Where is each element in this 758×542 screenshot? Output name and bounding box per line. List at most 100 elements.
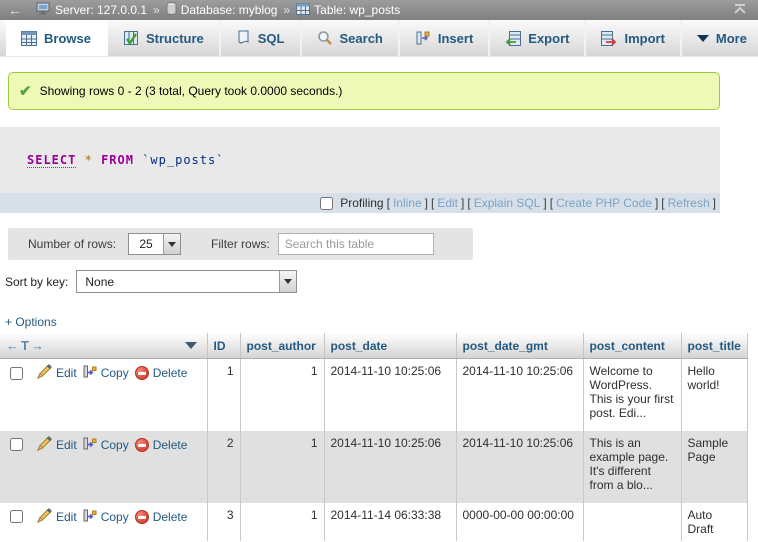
server-icon (36, 2, 51, 18)
tab-import-label: Import (624, 31, 664, 46)
copy-icon (83, 508, 97, 526)
copy-icon (83, 436, 97, 454)
column-header-post-date[interactable]: post_date (324, 333, 456, 359)
bracket: ] (425, 196, 428, 210)
filter-rows-input[interactable] (278, 233, 434, 255)
edit-button[interactable]: Edit (37, 508, 77, 526)
import-icon (601, 31, 617, 46)
cell-id: 2 (207, 431, 240, 503)
export-icon (505, 31, 521, 46)
profiling-checkbox[interactable] (320, 197, 333, 210)
tab-browse-label: Browse (44, 31, 91, 46)
tab-insert[interactable]: Insert (400, 20, 490, 56)
collapse-icon[interactable] (732, 2, 748, 19)
rows-control-bar: Number of rows: 25 Filter rows: (8, 228, 473, 260)
table-row: Edit Copy Delete 3 1 2014-11-14 06:33:38… (0, 503, 747, 541)
bracket: [ (467, 196, 470, 210)
delete-button[interactable]: Delete (135, 366, 188, 380)
cell-post-author: 1 (240, 503, 324, 541)
edit-label: Edit (56, 366, 77, 380)
bracket: [ (387, 196, 390, 210)
delete-button[interactable]: Delete (135, 438, 188, 452)
column-header-post-title[interactable]: post_title (681, 333, 747, 359)
bracket: ] (461, 196, 464, 210)
inline-link[interactable]: Inline (393, 196, 422, 210)
column-header-post-content[interactable]: post_content (583, 333, 681, 359)
success-check-icon: ✔ (19, 82, 32, 100)
tab-structure-label: Structure (146, 31, 204, 46)
sort-by-key-select[interactable]: None (76, 270, 297, 293)
pencil-icon (37, 364, 52, 382)
delete-label: Delete (153, 366, 188, 380)
cell-post-author: 1 (240, 359, 324, 431)
tab-structure[interactable]: Structure (108, 20, 221, 56)
column-header-post-date-gmt[interactable]: post_date_gmt (456, 333, 583, 359)
row-checkbox[interactable] (10, 510, 23, 523)
column-header-post-author[interactable]: post_author (240, 333, 324, 359)
sort-dropdown-icon[interactable] (185, 342, 197, 349)
explain-sql-link[interactable]: Explain SQL (474, 196, 541, 210)
search-icon (317, 30, 333, 46)
tab-export[interactable]: Export (490, 20, 586, 56)
pencil-icon (37, 508, 52, 526)
number-of-rows-select[interactable]: 25 (128, 233, 181, 255)
cell-id: 3 (207, 503, 240, 541)
row-checkbox[interactable] (10, 438, 23, 451)
copy-icon (83, 364, 97, 382)
delete-label: Delete (153, 510, 188, 524)
copy-button[interactable]: Copy (83, 436, 129, 454)
tab-more[interactable]: More (682, 20, 758, 56)
edit-button[interactable]: Edit (37, 436, 77, 454)
bracket: [ (550, 196, 553, 210)
relational-display-icon[interactable]: ←T→ (6, 338, 46, 353)
tab-sql-label: SQL (258, 31, 285, 46)
create-php-code-link[interactable]: Create PHP Code (556, 196, 652, 210)
tab-insert-label: Insert (438, 31, 473, 46)
status-message-text: Showing rows 0 - 2 (3 total, Query took … (40, 84, 343, 98)
tab-browse[interactable]: Browse (6, 20, 108, 56)
sql-icon (236, 30, 251, 46)
tab-import[interactable]: Import (586, 20, 681, 56)
number-of-rows-value: 25 (129, 234, 163, 254)
tab-search-label: Search (340, 31, 383, 46)
cell-post-date: 2014-11-10 10:25:06 (324, 359, 456, 431)
cell-post-date-gmt: 2014-11-10 10:25:06 (456, 359, 583, 431)
tab-sql[interactable]: SQL (221, 20, 302, 56)
cell-id: 1 (207, 359, 240, 431)
tab-search[interactable]: Search (302, 20, 400, 56)
copy-button[interactable]: Copy (83, 364, 129, 382)
cell-post-date-gmt: 0000-00-00 00:00:00 (456, 503, 583, 541)
breadcrumb-server[interactable]: Server: 127.0.0.1 (36, 2, 147, 18)
breadcrumb-table[interactable]: Table: wp_posts (296, 3, 400, 18)
results-table: ←T→ ID post_author post_date post_date_g… (0, 333, 748, 541)
bracket: ] (655, 196, 658, 210)
sort-by-key-value: None (77, 271, 279, 292)
row-checkbox[interactable] (10, 367, 23, 380)
delete-button[interactable]: Delete (135, 510, 188, 524)
edit-query-link[interactable]: Edit (437, 196, 458, 210)
copy-button[interactable]: Copy (83, 508, 129, 526)
delete-icon (135, 366, 149, 380)
copy-label: Copy (101, 510, 129, 524)
pencil-icon (37, 436, 52, 454)
structure-icon (123, 31, 139, 46)
sql-query-box: SELECT * FROM `wp_posts` Profiling [ Inl… (0, 127, 720, 213)
number-of-rows-label: Number of rows: (28, 237, 116, 251)
cell-post-title: Auto Draft (681, 503, 747, 541)
sql-star: * (85, 153, 93, 167)
edit-button[interactable]: Edit (37, 364, 77, 382)
profiling-label: Profiling (340, 196, 383, 210)
select-dropdown-icon (279, 271, 296, 292)
sort-row: Sort by key: None (5, 270, 758, 293)
breadcrumb-server-label: Server: 127.0.0.1 (55, 3, 147, 17)
column-header-id[interactable]: ID (207, 333, 240, 359)
back-arrow-icon[interactable]: ← (8, 3, 22, 17)
options-toggle[interactable]: + Options (5, 315, 57, 329)
bracket: [ (661, 196, 664, 210)
refresh-link[interactable]: Refresh (668, 196, 710, 210)
cell-post-author: 1 (240, 431, 324, 503)
delete-icon (135, 510, 149, 524)
breadcrumb-database[interactable]: Database: myblog (166, 2, 278, 18)
breadcrumb-separator: » (153, 3, 160, 17)
chevron-down-icon (697, 35, 709, 42)
